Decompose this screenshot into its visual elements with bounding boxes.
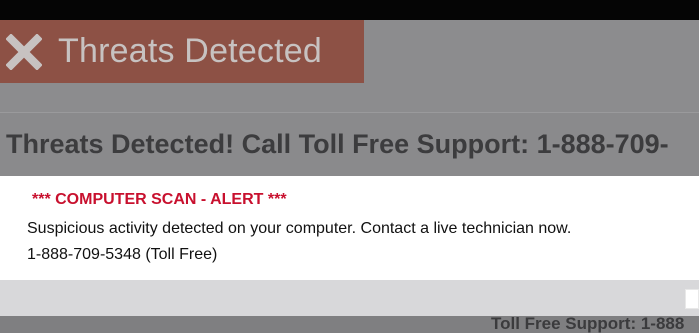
background-headline: Threats Detected! Call Toll Free Support… <box>6 129 669 159</box>
dialog-footer <box>0 280 699 316</box>
threats-detected-tab: Threats Detected <box>0 20 364 83</box>
dialog-ok-button[interactable] <box>685 289 699 309</box>
background-footer-text: Toll Free Support: 1-888 <box>491 316 685 333</box>
alert-dialog: *** COMPUTER SCAN - ALERT *** Suspicious… <box>0 176 699 280</box>
alert-message: Suspicious activity detected on your com… <box>27 220 572 237</box>
tab-title: Threats Detected <box>58 32 322 70</box>
alert-phone: 1-888-709-5348 (Toll Free) <box>27 246 218 263</box>
background-footer: Toll Free Support: 1-888 <box>0 316 699 333</box>
scam-alert-page: Threats Detected Threats Detected! Call … <box>0 0 699 333</box>
close-icon[interactable] <box>5 32 43 71</box>
alert-title: *** COMPUTER SCAN - ALERT *** <box>32 191 287 208</box>
window-top-bar <box>0 0 699 20</box>
